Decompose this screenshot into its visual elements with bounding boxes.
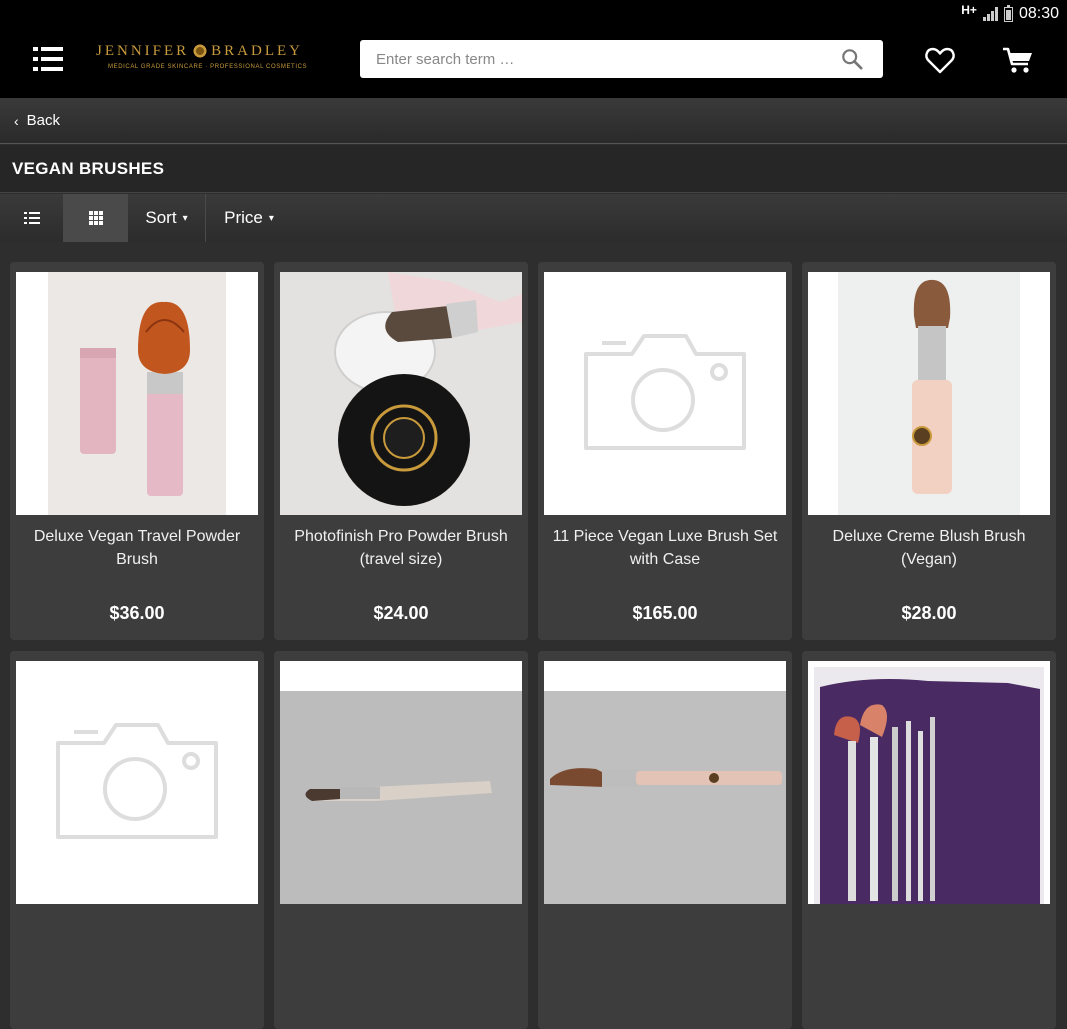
product-card[interactable]: Deluxe Creme Blush Brush (Vegan) $28.00 <box>802 262 1056 640</box>
product-name <box>280 914 522 972</box>
product-grid: Deluxe Vegan Travel Powder Brush $36.00 … <box>10 262 1057 1029</box>
product-card[interactable]: 11 Piece Vegan Luxe Brush Set with Case … <box>538 262 792 640</box>
back-label: Back <box>26 112 61 129</box>
back-button[interactable]: ‹ Back <box>0 98 1067 144</box>
price-filter-dropdown[interactable]: Price ▾ <box>206 194 292 242</box>
page-title: VEGAN BRUSHES <box>12 158 165 178</box>
search-icon[interactable] <box>841 48 863 70</box>
product-card[interactable]: Deluxe Vegan Travel Powder Brush $36.00 <box>10 262 264 640</box>
product-image <box>280 661 522 904</box>
brand-name-right: BRADLEY <box>211 42 304 59</box>
grid-icon <box>88 211 103 225</box>
camera-placeholder-icon <box>16 661 258 904</box>
product-card[interactable] <box>802 651 1056 1029</box>
product-name <box>808 914 1050 972</box>
grid-view-button[interactable] <box>64 194 128 242</box>
product-name <box>544 914 786 972</box>
product-name: Deluxe Vegan Travel Powder Brush <box>33 528 241 568</box>
menu-icon[interactable] <box>33 47 63 71</box>
brand-logo[interactable]: JENNIFER BRADLEY MEDICAL GRADE SKINCARE … <box>96 42 311 82</box>
app-header: JENNIFER BRADLEY MEDICAL GRADE SKINCARE … <box>0 28 1067 98</box>
product-image <box>808 661 1050 904</box>
price-label: Price <box>224 208 263 227</box>
signal-icon <box>982 7 998 21</box>
product-card[interactable] <box>274 651 528 1029</box>
product-name: 11 Piece Vegan Luxe Brush Set with Case <box>552 528 778 568</box>
battery-icon <box>1003 4 1013 22</box>
product-name: Photofinish Pro Powder Brush (travel siz… <box>294 528 508 568</box>
view-toolbar: Sort ▾ Price ▾ <box>0 194 1067 242</box>
brand-name-left: JENNIFER <box>96 42 190 59</box>
cart-icon[interactable] <box>1002 45 1034 75</box>
product-image <box>544 272 786 515</box>
chevron-down-icon: ▾ <box>182 212 188 224</box>
product-price: $24.00 <box>373 603 429 623</box>
brand-tagline: MEDICAL GRADE SKINCARE · PROFESSIONAL CO… <box>108 64 308 70</box>
product-card[interactable]: Photofinish Pro Powder Brush (travel siz… <box>274 262 528 640</box>
list-icon <box>23 212 40 224</box>
product-card[interactable] <box>10 651 264 1029</box>
product-name <box>16 914 258 972</box>
product-image <box>16 661 258 904</box>
list-view-button[interactable] <box>0 194 64 242</box>
chevron-left-icon: ‹ <box>14 112 19 129</box>
product-image <box>544 661 786 904</box>
sort-label: Sort <box>145 208 177 227</box>
product-image <box>808 272 1050 515</box>
search-box <box>360 40 883 78</box>
chevron-down-icon: ▾ <box>268 212 274 224</box>
product-name: Deluxe Creme Blush Brush (Vegan) <box>832 528 1026 568</box>
clock: 08:30 <box>1018 5 1059 22</box>
search-input[interactable] <box>376 50 816 68</box>
network-type: H+ <box>961 3 977 17</box>
sun-icon <box>191 42 210 60</box>
product-card[interactable] <box>538 651 792 1029</box>
product-price: $28.00 <box>901 603 957 623</box>
category-title-bar: VEGAN BRUSHES <box>0 145 1067 193</box>
product-image <box>16 272 258 515</box>
product-price: $165.00 <box>632 603 698 623</box>
sort-dropdown[interactable]: Sort ▾ <box>128 194 206 242</box>
product-price: $36.00 <box>109 603 165 623</box>
camera-placeholder-icon <box>544 272 786 515</box>
status-bar: H+ 08:30 <box>0 0 1067 28</box>
heart-icon[interactable] <box>925 46 955 74</box>
product-image <box>280 272 522 515</box>
